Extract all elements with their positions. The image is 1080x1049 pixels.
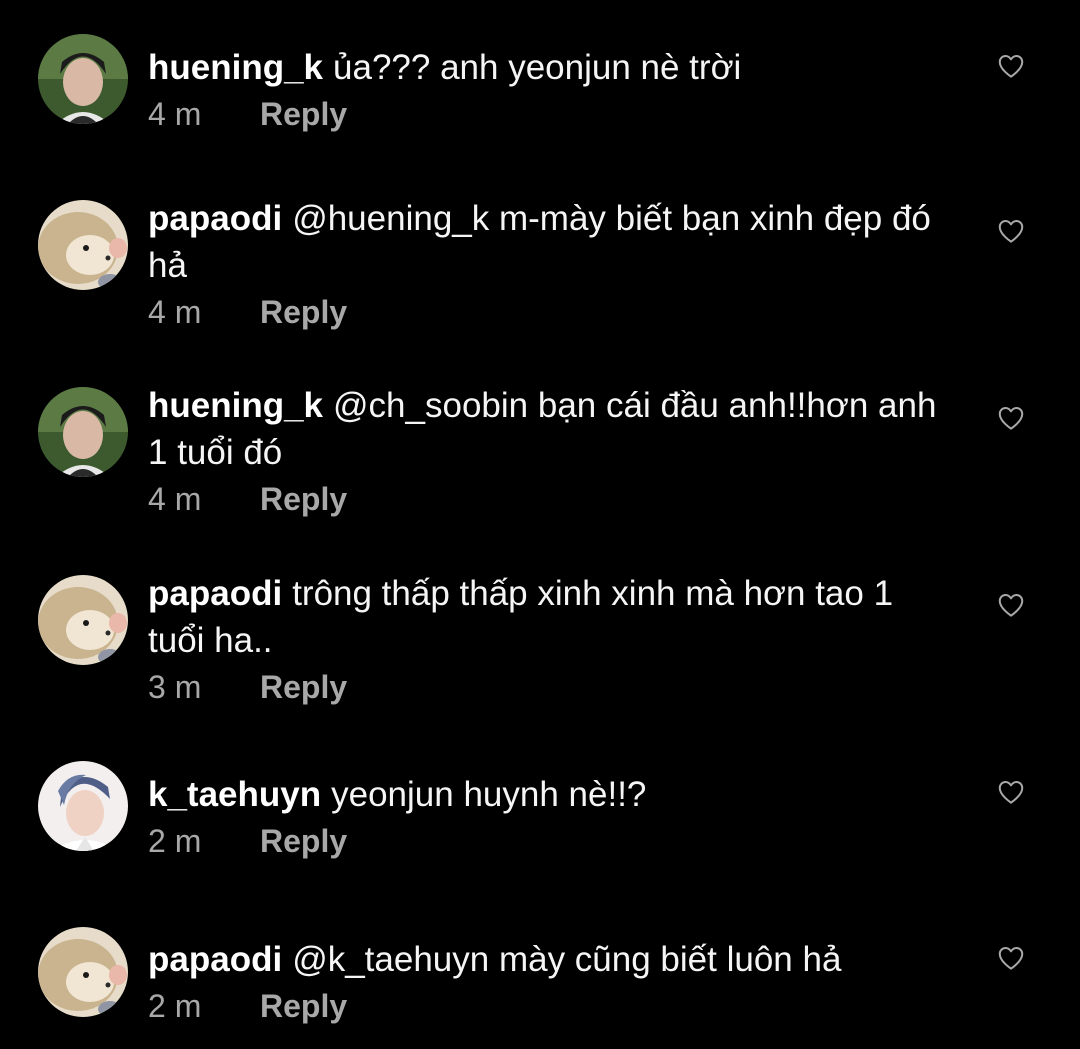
heart-outline-icon[interactable]: [996, 590, 1026, 620]
timestamp: 4 m: [148, 294, 202, 330]
heart-outline-icon[interactable]: [996, 943, 1026, 973]
comment-meta: 4 m Reply: [148, 479, 948, 519]
username[interactable]: k_taehuyn: [148, 775, 321, 814]
comment-meta: 2 m Reply: [148, 821, 948, 861]
avatar-hedgehog[interactable]: [38, 200, 128, 290]
reply-button[interactable]: Reply: [260, 823, 347, 859]
avatar-image: [38, 200, 128, 290]
avatar-hedgehog[interactable]: [38, 927, 128, 1017]
comment-body: papaodi trông thấp thấp xinh xinh mà hơn …: [148, 570, 948, 707]
timestamp: 4 m: [148, 96, 202, 132]
timestamp: 3 m: [148, 669, 202, 705]
reply-button[interactable]: Reply: [260, 294, 347, 330]
comment-body: k_taehuyn yeonjun huynh nè!!? 2 m Reply: [148, 771, 948, 861]
heart-outline-icon[interactable]: [996, 216, 1026, 246]
comment-text: @k_taehuyn mày cũng biết luôn hả: [292, 940, 842, 979]
avatar-image: [38, 575, 128, 665]
username[interactable]: papaodi: [148, 574, 282, 613]
comment-text-row: huening_k @ch_soobin bạn cái đầu anh!!hơn…: [148, 382, 948, 476]
comment-body: huening_k ủa??? anh yeonjun nè trời 4 m Re…: [148, 44, 948, 134]
reply-button[interactable]: Reply: [260, 481, 347, 517]
heart-outline-icon[interactable]: [996, 777, 1026, 807]
comment-meta: 4 m Reply: [148, 94, 948, 134]
username[interactable]: papaodi: [148, 199, 282, 238]
timestamp: 2 m: [148, 988, 202, 1024]
avatar-huening[interactable]: [38, 387, 128, 477]
comment-text-row: papaodi trông thấp thấp xinh xinh mà hơn …: [148, 570, 948, 664]
reply-button[interactable]: Reply: [260, 669, 347, 705]
comment-text-row: papaodi @huening_k m-mày biết bạn xinh đẹ…: [148, 195, 948, 289]
heart-outline-icon[interactable]: [996, 403, 1026, 433]
username[interactable]: huening_k: [148, 48, 323, 87]
timestamp: 4 m: [148, 481, 202, 517]
reply-button[interactable]: Reply: [260, 96, 347, 132]
comment-text: yeonjun huynh nè!!?: [331, 775, 647, 814]
username[interactable]: papaodi: [148, 940, 282, 979]
comment-meta: 4 m Reply: [148, 292, 948, 332]
avatar-image: [38, 927, 128, 1017]
avatar-image: [38, 761, 128, 851]
avatar-huening[interactable]: [38, 34, 128, 124]
comment-meta: 3 m Reply: [148, 667, 948, 707]
comment-text-row: k_taehuyn yeonjun huynh nè!!?: [148, 771, 948, 818]
timestamp: 2 m: [148, 823, 202, 859]
avatar-taehyun[interactable]: [38, 761, 128, 851]
reply-button[interactable]: Reply: [260, 988, 347, 1024]
avatar-hedgehog[interactable]: [38, 575, 128, 665]
avatar-image: [38, 34, 128, 124]
comment-body: papaodi @huening_k m-mày biết bạn xinh đẹ…: [148, 195, 948, 332]
comment-text-row: huening_k ủa??? anh yeonjun nè trời: [148, 44, 948, 91]
heart-outline-icon[interactable]: [996, 51, 1026, 81]
comment-text: ủa??? anh yeonjun nè trời: [333, 48, 742, 87]
username[interactable]: huening_k: [148, 386, 323, 425]
avatar-image: [38, 387, 128, 477]
comment-body: huening_k @ch_soobin bạn cái đầu anh!!hơn…: [148, 382, 948, 519]
comment-text-row: papaodi @k_taehuyn mày cũng biết luôn hả: [148, 936, 948, 983]
comment-meta: 2 m Reply: [148, 986, 948, 1026]
comment-body: papaodi @k_taehuyn mày cũng biết luôn hả …: [148, 936, 948, 1026]
